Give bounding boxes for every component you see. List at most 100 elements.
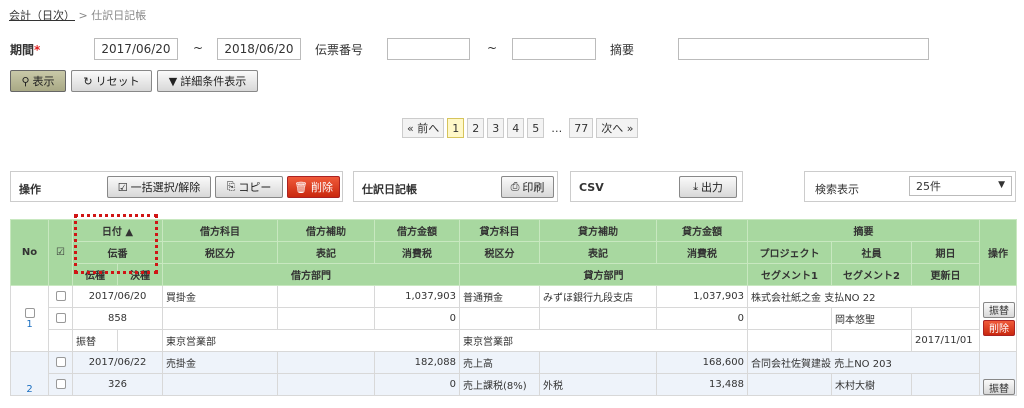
col-notation: 表記 xyxy=(277,241,376,264)
required-mark: * xyxy=(34,43,41,57)
print-label: 印刷 xyxy=(522,181,545,194)
export-label: 出力 xyxy=(700,181,723,194)
show-button[interactable]: ⚲ 表示 xyxy=(10,70,66,92)
slip-no-to-input[interactable] xyxy=(512,38,596,60)
col-credit-account: 貸方科目 xyxy=(459,219,541,242)
download-icon: ⤓ xyxy=(693,180,698,193)
col-tax: 消費税 xyxy=(374,241,461,264)
col-updated: 更新日 xyxy=(911,263,981,286)
row-checkbox[interactable] xyxy=(55,379,66,389)
row-number-link[interactable]: 1 xyxy=(26,319,32,330)
row-select-checkbox[interactable] xyxy=(24,307,35,318)
transfer-button[interactable]: 振替 xyxy=(983,301,1016,318)
refresh-icon: ↻ xyxy=(83,74,93,88)
cell-settle-type xyxy=(116,329,164,352)
period-from-input[interactable] xyxy=(94,38,178,60)
per-page-select[interactable]: 25件 ▼ xyxy=(909,176,1012,196)
pager-page-5[interactable]: 5 xyxy=(527,118,545,138)
print-button[interactable]: ⎙ 印刷 xyxy=(501,176,554,198)
export-button[interactable]: ⤓ 出力 xyxy=(679,176,737,198)
row-number-link[interactable]: 2 xyxy=(26,384,32,395)
row-check-cell xyxy=(48,307,73,330)
cell-credit-account: 普通預金 xyxy=(459,285,541,308)
slip-no-label: 伝票番号 xyxy=(315,43,364,57)
col-summary: 摘要 xyxy=(747,219,981,242)
cell-seg1 xyxy=(747,329,833,352)
col-date-sort[interactable]: 日付 ▲ xyxy=(71,219,164,242)
detail-conditions-button[interactable]: ▼ 詳細条件表示 xyxy=(157,70,258,92)
pager-page-4[interactable]: 4 xyxy=(507,118,525,138)
pager-prev[interactable]: « 前へ xyxy=(402,118,445,138)
cell-credit-amount: 168,600 xyxy=(656,351,749,374)
table-row: 858 0 0 岡本悠聖 xyxy=(11,307,1017,330)
slip-no-from-input[interactable] xyxy=(387,38,470,60)
col-slip-sort[interactable]: 伝番 xyxy=(71,241,164,264)
bulk-select-label: 一括選択/解除 xyxy=(130,181,201,194)
row-check-cell xyxy=(48,285,73,308)
period-label: 期間* xyxy=(10,41,40,58)
cell-debit-account: 売掛金 xyxy=(162,351,279,374)
copy-icon: ⎘ xyxy=(226,180,236,193)
col-tax-class-2: 税区分 xyxy=(459,241,541,264)
period-to-input[interactable] xyxy=(217,38,301,60)
summary-input[interactable] xyxy=(678,38,929,60)
csv-panel: CSV ⤓ 出力 xyxy=(570,171,743,202)
col-notation-2: 表記 xyxy=(539,241,658,264)
col-operation: 操作 xyxy=(979,219,1018,286)
row-ops-cell: 振替 削除 xyxy=(979,285,1018,352)
bulk-select-button[interactable]: ☑ 一括選択/解除 xyxy=(107,176,211,198)
cell-credit-tax: 13,488 xyxy=(656,373,749,396)
col-debit-sub: 借方補助 xyxy=(277,219,376,242)
delete-label: 削除 xyxy=(310,181,333,194)
col-settle-type: 決種 xyxy=(116,263,164,286)
col-slip-type: 伝種 xyxy=(72,263,118,286)
cell-slip: 858 xyxy=(71,307,164,330)
cell-project xyxy=(747,307,833,330)
row-checkbox[interactable] xyxy=(55,313,66,323)
cell-debit-dept: 東京営業部 xyxy=(162,329,461,352)
pager-page-2[interactable]: 2 xyxy=(467,118,485,138)
journal-label: 仕訳日記帳 xyxy=(362,183,417,196)
pager-next[interactable]: 次へ » xyxy=(596,118,639,138)
col-check-all[interactable]: ☑ xyxy=(48,219,73,286)
col-tax-2: 消費税 xyxy=(656,241,749,264)
cell-notation xyxy=(277,307,376,330)
cell-seg2 xyxy=(831,329,913,352)
copy-label: コピー xyxy=(238,181,272,194)
cell-credit-amount: 1,037,903 xyxy=(656,285,749,308)
cell-credit-tax-class: 売上課税(8%) xyxy=(459,373,541,396)
row-select-cell: 2 xyxy=(10,351,49,396)
cell-date: 2017/06/22 xyxy=(71,351,164,374)
operations-label: 操作 xyxy=(19,183,41,196)
row-delete-button[interactable]: 削除 xyxy=(983,319,1016,336)
chevron-down-icon: ▼ xyxy=(998,180,1005,190)
col-due: 期日 xyxy=(911,241,981,264)
transfer-button[interactable]: 振替 xyxy=(983,379,1016,395)
col-seg1: セグメント1 xyxy=(747,263,833,286)
pager-page-3[interactable]: 3 xyxy=(487,118,505,138)
col-credit-dept: 貸方部門 xyxy=(459,263,749,286)
search-display-label: 検索表示 xyxy=(815,183,859,196)
cell-employee: 岡本悠聖 xyxy=(831,307,913,330)
cell-date: 2017/06/20 xyxy=(71,285,164,308)
csv-label: CSV xyxy=(579,181,604,194)
row-checkbox[interactable] xyxy=(55,291,66,301)
row-checkbox[interactable] xyxy=(55,357,66,367)
cell-blank xyxy=(48,329,73,352)
check-all-icon: ☑ xyxy=(56,247,65,258)
summary-label: 摘要 xyxy=(610,43,635,57)
copy-button[interactable]: ⎘ コピー xyxy=(215,176,283,198)
per-page-value: 25件 xyxy=(916,180,941,193)
table-row: 326 0 売上課税(8%) 外税 13,488 木村大樹 xyxy=(10,373,1017,396)
detail-conditions-label: 詳細条件表示 xyxy=(180,75,247,88)
cell-due xyxy=(911,307,981,330)
delete-button[interactable]: 🗑 削除 xyxy=(287,176,340,198)
breadcrumb-root-link[interactable]: 会計（日次） xyxy=(9,9,75,22)
pager-page-last[interactable]: 77 xyxy=(569,118,594,138)
reset-button[interactable]: ↻ リセット xyxy=(71,70,152,92)
pager-page-1[interactable]: 1 xyxy=(447,118,465,138)
cell-credit-notation: 外税 xyxy=(539,373,658,396)
col-debit-account: 借方科目 xyxy=(162,219,279,242)
cell-debit-tax: 0 xyxy=(374,373,461,396)
col-credit-amount: 貸方金額 xyxy=(656,219,749,242)
